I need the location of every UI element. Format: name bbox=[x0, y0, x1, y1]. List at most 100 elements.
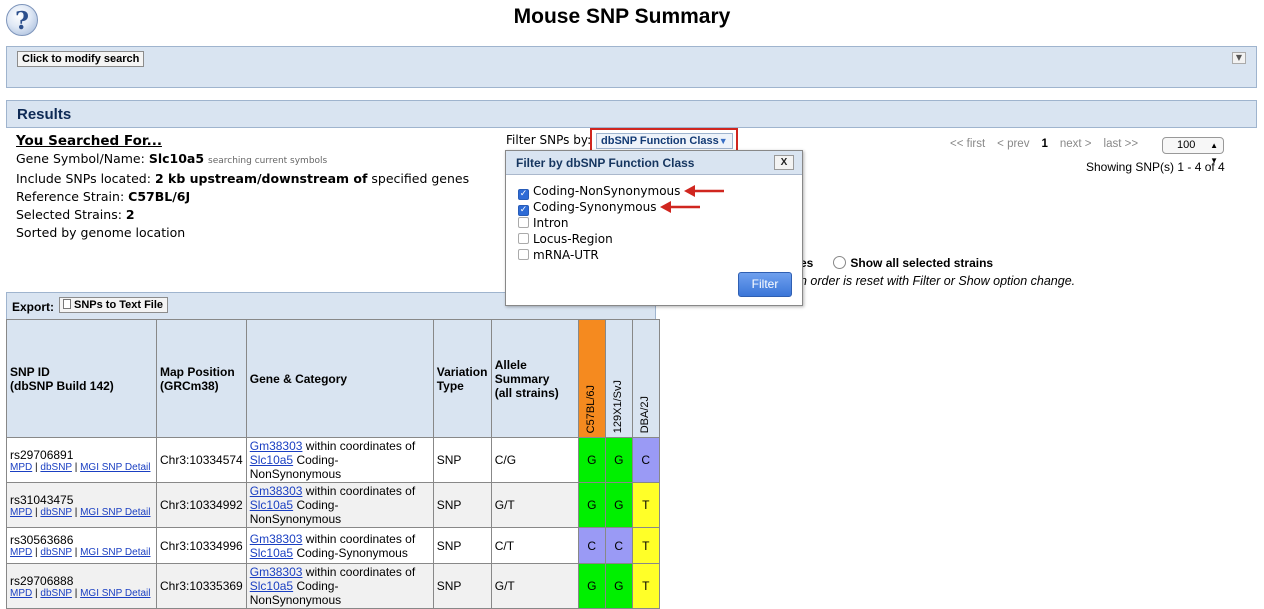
dbsnp-link[interactable]: dbSNP bbox=[40, 507, 72, 518]
mpd-link[interactable]: MPD bbox=[10, 462, 32, 473]
pager-prev-link[interactable]: < prev bbox=[997, 138, 1029, 150]
export-label: Export: bbox=[12, 300, 54, 314]
map-position-cell: Chr3:10334574 bbox=[156, 437, 247, 483]
allele-cell: C bbox=[577, 527, 606, 564]
gene-line: Gene Symbol/Name: Slc10a5 searching curr… bbox=[16, 151, 328, 166]
allele-cell: T bbox=[631, 527, 660, 564]
allele-cell: T bbox=[631, 563, 660, 609]
mgi-snp-detail-link[interactable]: MGI SNP Detail bbox=[80, 462, 150, 473]
search-panel: Click to modify search ▼ bbox=[6, 46, 1257, 88]
export-text-file-button[interactable]: SNPs to Text File bbox=[59, 297, 169, 313]
pager-next-link[interactable]: next > bbox=[1060, 138, 1092, 150]
mgi-snp-detail-link[interactable]: MGI SNP Detail bbox=[80, 547, 150, 558]
dbsnp-link[interactable]: dbSNP bbox=[40, 547, 72, 558]
header-strain-dba2j: DBA/2J bbox=[631, 319, 660, 438]
filter-option[interactable]: Intron bbox=[518, 216, 568, 230]
snp-id: rs30563686 bbox=[10, 533, 74, 547]
snp-links: MPD | dbSNP | MGI SNP Detail bbox=[10, 461, 151, 473]
results-header: Results bbox=[6, 100, 1257, 128]
show-all-strains-label: Show all selected strains bbox=[850, 256, 994, 270]
filter-label: Filter SNPs by: bbox=[506, 133, 592, 147]
snp-id: rs29706888 bbox=[10, 573, 74, 588]
header-strain-c57bl6j: C57BL/6J bbox=[577, 319, 606, 438]
mgi-snp-detail-link[interactable]: MGI SNP Detail bbox=[80, 507, 150, 518]
reference-strain-line: Reference Strain: C57BL/6J bbox=[16, 189, 191, 204]
allele-summary-cell: C/G bbox=[490, 437, 579, 483]
mpd-link[interactable]: MPD bbox=[10, 547, 32, 558]
map-position-cell: Chr3:10334996 bbox=[156, 527, 247, 564]
show-all-strains-radio[interactable] bbox=[833, 256, 847, 269]
header-allele-summary: Allele Summary (all strains) bbox=[490, 319, 579, 438]
gene-category-cell: Gm38303 within coordinates of Slc10a5 Cod… bbox=[245, 437, 434, 483]
checkbox[interactable] bbox=[518, 217, 529, 228]
modify-search-button[interactable]: Click to modify search bbox=[17, 51, 145, 67]
checkbox[interactable]: ✓ bbox=[518, 205, 529, 216]
close-icon[interactable]: X bbox=[774, 155, 794, 170]
gene-link[interactable]: Slc10a5 bbox=[250, 498, 293, 512]
snp-id: rs31043475 bbox=[10, 492, 74, 507]
dbsnp-link[interactable]: dbSNP bbox=[40, 462, 72, 473]
pager-first-link[interactable]: << first bbox=[950, 138, 985, 150]
snp-links: MPD | dbSNP | MGI SNP Detail bbox=[10, 506, 151, 518]
function-class-filter-popup: Filter by dbSNP Function Class X ✓ Coding… bbox=[505, 150, 803, 306]
allele-cell: G bbox=[577, 482, 606, 528]
filter-option[interactable]: ✓ Coding-Synonymous bbox=[518, 200, 657, 216]
table-row: rs29706891 MPD | dbSNP | MGI SNP Detail Ch… bbox=[6, 437, 660, 483]
variation-type-cell: SNP bbox=[432, 482, 492, 528]
filter-option[interactable]: Locus-Region bbox=[518, 232, 613, 246]
pager-current: 1 bbox=[1041, 138, 1048, 150]
filter-note: n order is reset with Filter or Show opt… bbox=[800, 274, 1076, 288]
search-summary: You Searched For... Gene Symbol/Name: Sl… bbox=[16, 132, 469, 242]
gene-link[interactable]: Slc10a5 bbox=[250, 579, 293, 593]
header-map-position: Map Position (GRCm38) bbox=[156, 319, 247, 438]
search-summary-heading: You Searched For... bbox=[16, 133, 162, 149]
showing-count: Showing SNP(s) 1 - 4 of 4 bbox=[1086, 160, 1225, 174]
include-line: Include SNPs located: 2 kb upstream/down… bbox=[16, 171, 470, 186]
variation-type-cell: SNP bbox=[432, 563, 492, 609]
mpd-link[interactable]: MPD bbox=[10, 588, 32, 599]
chevron-down-icon[interactable]: ▼ bbox=[1232, 52, 1246, 64]
snp-id-cell: rs29706891 MPD | dbSNP | MGI SNP Detail bbox=[6, 437, 157, 483]
show-options: es Show all selected strains bbox=[800, 256, 993, 270]
filter-function-class-button[interactable]: dbSNP Function Class▼ bbox=[596, 133, 733, 149]
snp-id-cell: rs29706888 MPD | dbSNP | MGI SNP Detail bbox=[6, 563, 157, 609]
mpd-link[interactable]: MPD bbox=[10, 507, 32, 518]
snp-links: MPD | dbSNP | MGI SNP Detail bbox=[10, 547, 151, 558]
gene-category-cell: Gm38303 within coordinates of Slc10a5 Cod… bbox=[245, 527, 434, 564]
checkbox[interactable]: ✓ bbox=[518, 189, 529, 200]
per-page-select[interactable]: 100 ▲ ▼ bbox=[1162, 137, 1224, 165]
allele-cell: G bbox=[577, 563, 606, 609]
gene-link[interactable]: Slc10a5 bbox=[250, 453, 293, 467]
header-snp-id: SNP ID (dbSNP Build 142) bbox=[6, 319, 157, 438]
pager-last-link[interactable]: last >> bbox=[1104, 138, 1139, 150]
checkbox[interactable] bbox=[518, 249, 529, 260]
allele-cell: G bbox=[604, 437, 633, 483]
snp-links: MPD | dbSNP | MGI SNP Detail bbox=[10, 587, 151, 599]
allele-cell: T bbox=[631, 482, 660, 528]
filter-submit-button[interactable]: Filter bbox=[738, 272, 792, 297]
allele-cell: G bbox=[604, 482, 633, 528]
selected-strains-line: Selected Strains: 2 bbox=[16, 207, 135, 222]
filter-option[interactable]: ✓ Coding-NonSynonymous bbox=[518, 184, 680, 200]
gene-link[interactable]: Slc10a5 bbox=[250, 546, 293, 560]
allele-summary-cell: C/T bbox=[490, 527, 579, 564]
gene-link[interactable]: Gm38303 bbox=[250, 532, 303, 546]
map-position-cell: Chr3:10335369 bbox=[156, 563, 247, 609]
gene-link[interactable]: Gm38303 bbox=[250, 484, 303, 498]
table-row: rs31043475 MPD | dbSNP | MGI SNP Detail Ch… bbox=[6, 482, 660, 528]
results-heading: Results bbox=[17, 106, 72, 123]
dbsnp-link[interactable]: dbSNP bbox=[40, 588, 72, 599]
header-gene-category: Gene & Category bbox=[245, 319, 434, 438]
header-variation-type: Variation Type bbox=[432, 319, 492, 438]
sorted-line: Sorted by genome location bbox=[16, 225, 186, 240]
allele-cell: C bbox=[604, 527, 633, 564]
checkbox[interactable] bbox=[518, 233, 529, 244]
allele-cell: C bbox=[631, 437, 660, 483]
annotation-arrow bbox=[660, 201, 700, 213]
gene-link[interactable]: Gm38303 bbox=[250, 439, 303, 453]
filter-option[interactable]: mRNA-UTR bbox=[518, 248, 599, 262]
gene-link[interactable]: Gm38303 bbox=[250, 565, 303, 579]
file-icon bbox=[63, 299, 71, 309]
mgi-snp-detail-link[interactable]: MGI SNP Detail bbox=[80, 588, 150, 599]
filter-funnel-icon: ▼ bbox=[718, 136, 728, 146]
